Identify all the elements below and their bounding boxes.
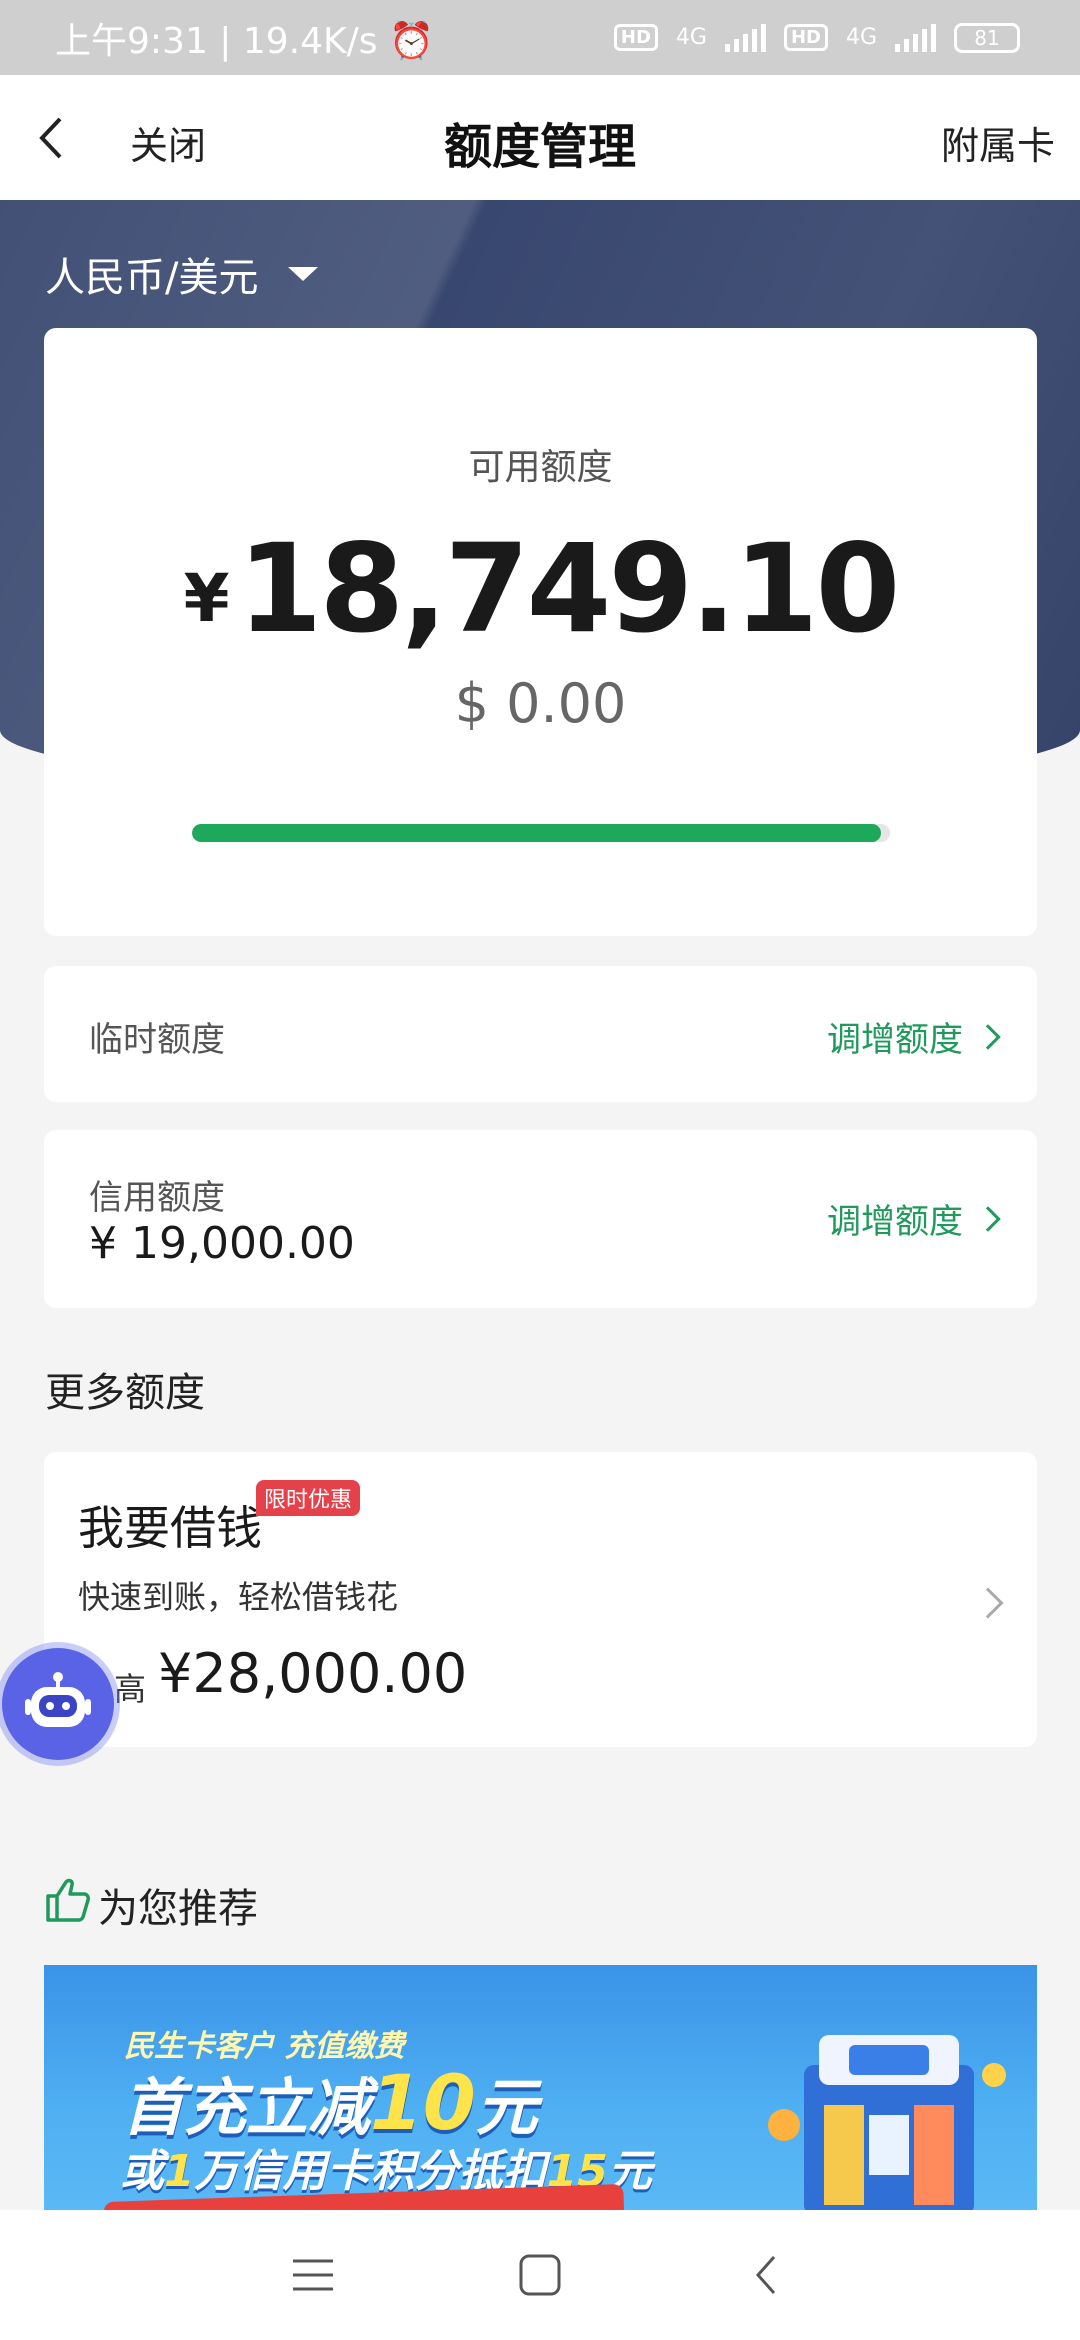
page-title: 额度管理 <box>443 119 636 175</box>
assistant-robot-icon[interactable] <box>2 1648 114 1760</box>
net-speed: 19.4K/s <box>242 20 378 62</box>
thumbs-up-icon <box>42 1874 94 1936</box>
back-nav-icon[interactable] <box>737 2245 797 2305</box>
temporary-credit-label: 临时额度 <box>89 1020 225 1060</box>
chevron-right-icon <box>972 1587 1004 1619</box>
recommend-title: 为您推荐 <box>42 1874 258 1936</box>
available-label: 可用额度 <box>468 447 613 488</box>
loan-max-amount: ¥28,000.00 <box>158 1642 468 1705</box>
system-nav-bar <box>0 2210 1080 2340</box>
nav-bar: 关闭 额度管理 附属卡 <box>0 75 1080 200</box>
credit-progress-bar <box>192 824 890 842</box>
credit-progress-fill <box>192 824 881 842</box>
hd-badge: HD <box>613 24 658 51</box>
status-right: HD 4G HD 4G 81 <box>613 22 1020 53</box>
currency-symbol: ¥ <box>183 560 230 637</box>
loan-max-prefix: 高 <box>114 1670 147 1708</box>
status-time: 上午9:31 <box>55 20 208 62</box>
supplementary-card-button[interactable]: 附属卡 <box>941 115 1055 170</box>
usd-amount: $ 0.00 <box>454 672 627 735</box>
alarm-icon: ⏰ <box>388 20 434 62</box>
available-credit-card: 可用额度 ¥18,749.10 $ 0.00 <box>44 328 1037 936</box>
credit-limit-label: 信用额度 <box>89 1178 225 1218</box>
currency-label: 人民币/美元 <box>45 255 259 301</box>
currency-selector[interactable]: 人民币/美元 <box>45 245 319 303</box>
promo-badge: 限时优惠 <box>256 1480 361 1516</box>
available-amount: ¥18,749.10 <box>44 518 1037 660</box>
home-icon[interactable] <box>510 2245 570 2305</box>
signal-icon <box>724 23 766 52</box>
battery-icon: 81 <box>954 22 1020 53</box>
loan-card[interactable]: 我要借钱 限时优惠 快速到账，轻松借钱花 高 ¥28,000.00 <box>44 1452 1037 1747</box>
status-bar: 上午9:31 | 19.4K/s ⏰ HD 4G HD 4G 81 <box>0 0 1080 75</box>
increase-credit-label: 调增额度 <box>827 1202 963 1242</box>
loan-title: 我要借钱 <box>78 1501 262 1555</box>
status-left: 上午9:31 | 19.4K/s ⏰ <box>55 20 434 62</box>
promo-banner[interactable]: 民生卡客户 充值缴费 首充立减10元 或1万信用卡积分抵扣15元 <box>44 1965 1037 2210</box>
more-credit-title: 更多额度 <box>45 1370 205 1416</box>
chevron-right-icon <box>975 1205 1001 1232</box>
loan-subtitle: 快速到账，轻松借钱花 <box>78 1578 399 1616</box>
network-type-2: 4G <box>845 25 877 50</box>
increase-credit-link[interactable]: 调增额度 <box>827 1194 1001 1243</box>
banner-line-2: 首充立减10元 <box>122 2058 538 2147</box>
temporary-credit-row[interactable]: 临时额度 调增额度 <box>44 966 1037 1102</box>
shop-illustration-icon <box>764 2005 1014 2210</box>
caret-down-icon <box>288 267 319 281</box>
network-type: 4G <box>675 25 707 50</box>
signal-icon-2 <box>895 23 936 52</box>
credit-limit-row[interactable]: 信用额度 ¥ 19,000.00 调增额度 <box>44 1130 1037 1308</box>
increase-temporary-label: 调增额度 <box>827 1020 963 1060</box>
available-amount-value: 18,749.10 <box>237 518 901 660</box>
increase-temporary-link[interactable]: 调增额度 <box>827 1012 1001 1061</box>
recommend-label: 为您推荐 <box>98 1886 258 1932</box>
credit-limit-value: ¥ 19,000.00 <box>89 1218 355 1269</box>
menu-icon[interactable] <box>283 2245 343 2305</box>
hd-badge-2: HD <box>783 24 828 51</box>
chevron-right-icon <box>975 1023 1001 1050</box>
